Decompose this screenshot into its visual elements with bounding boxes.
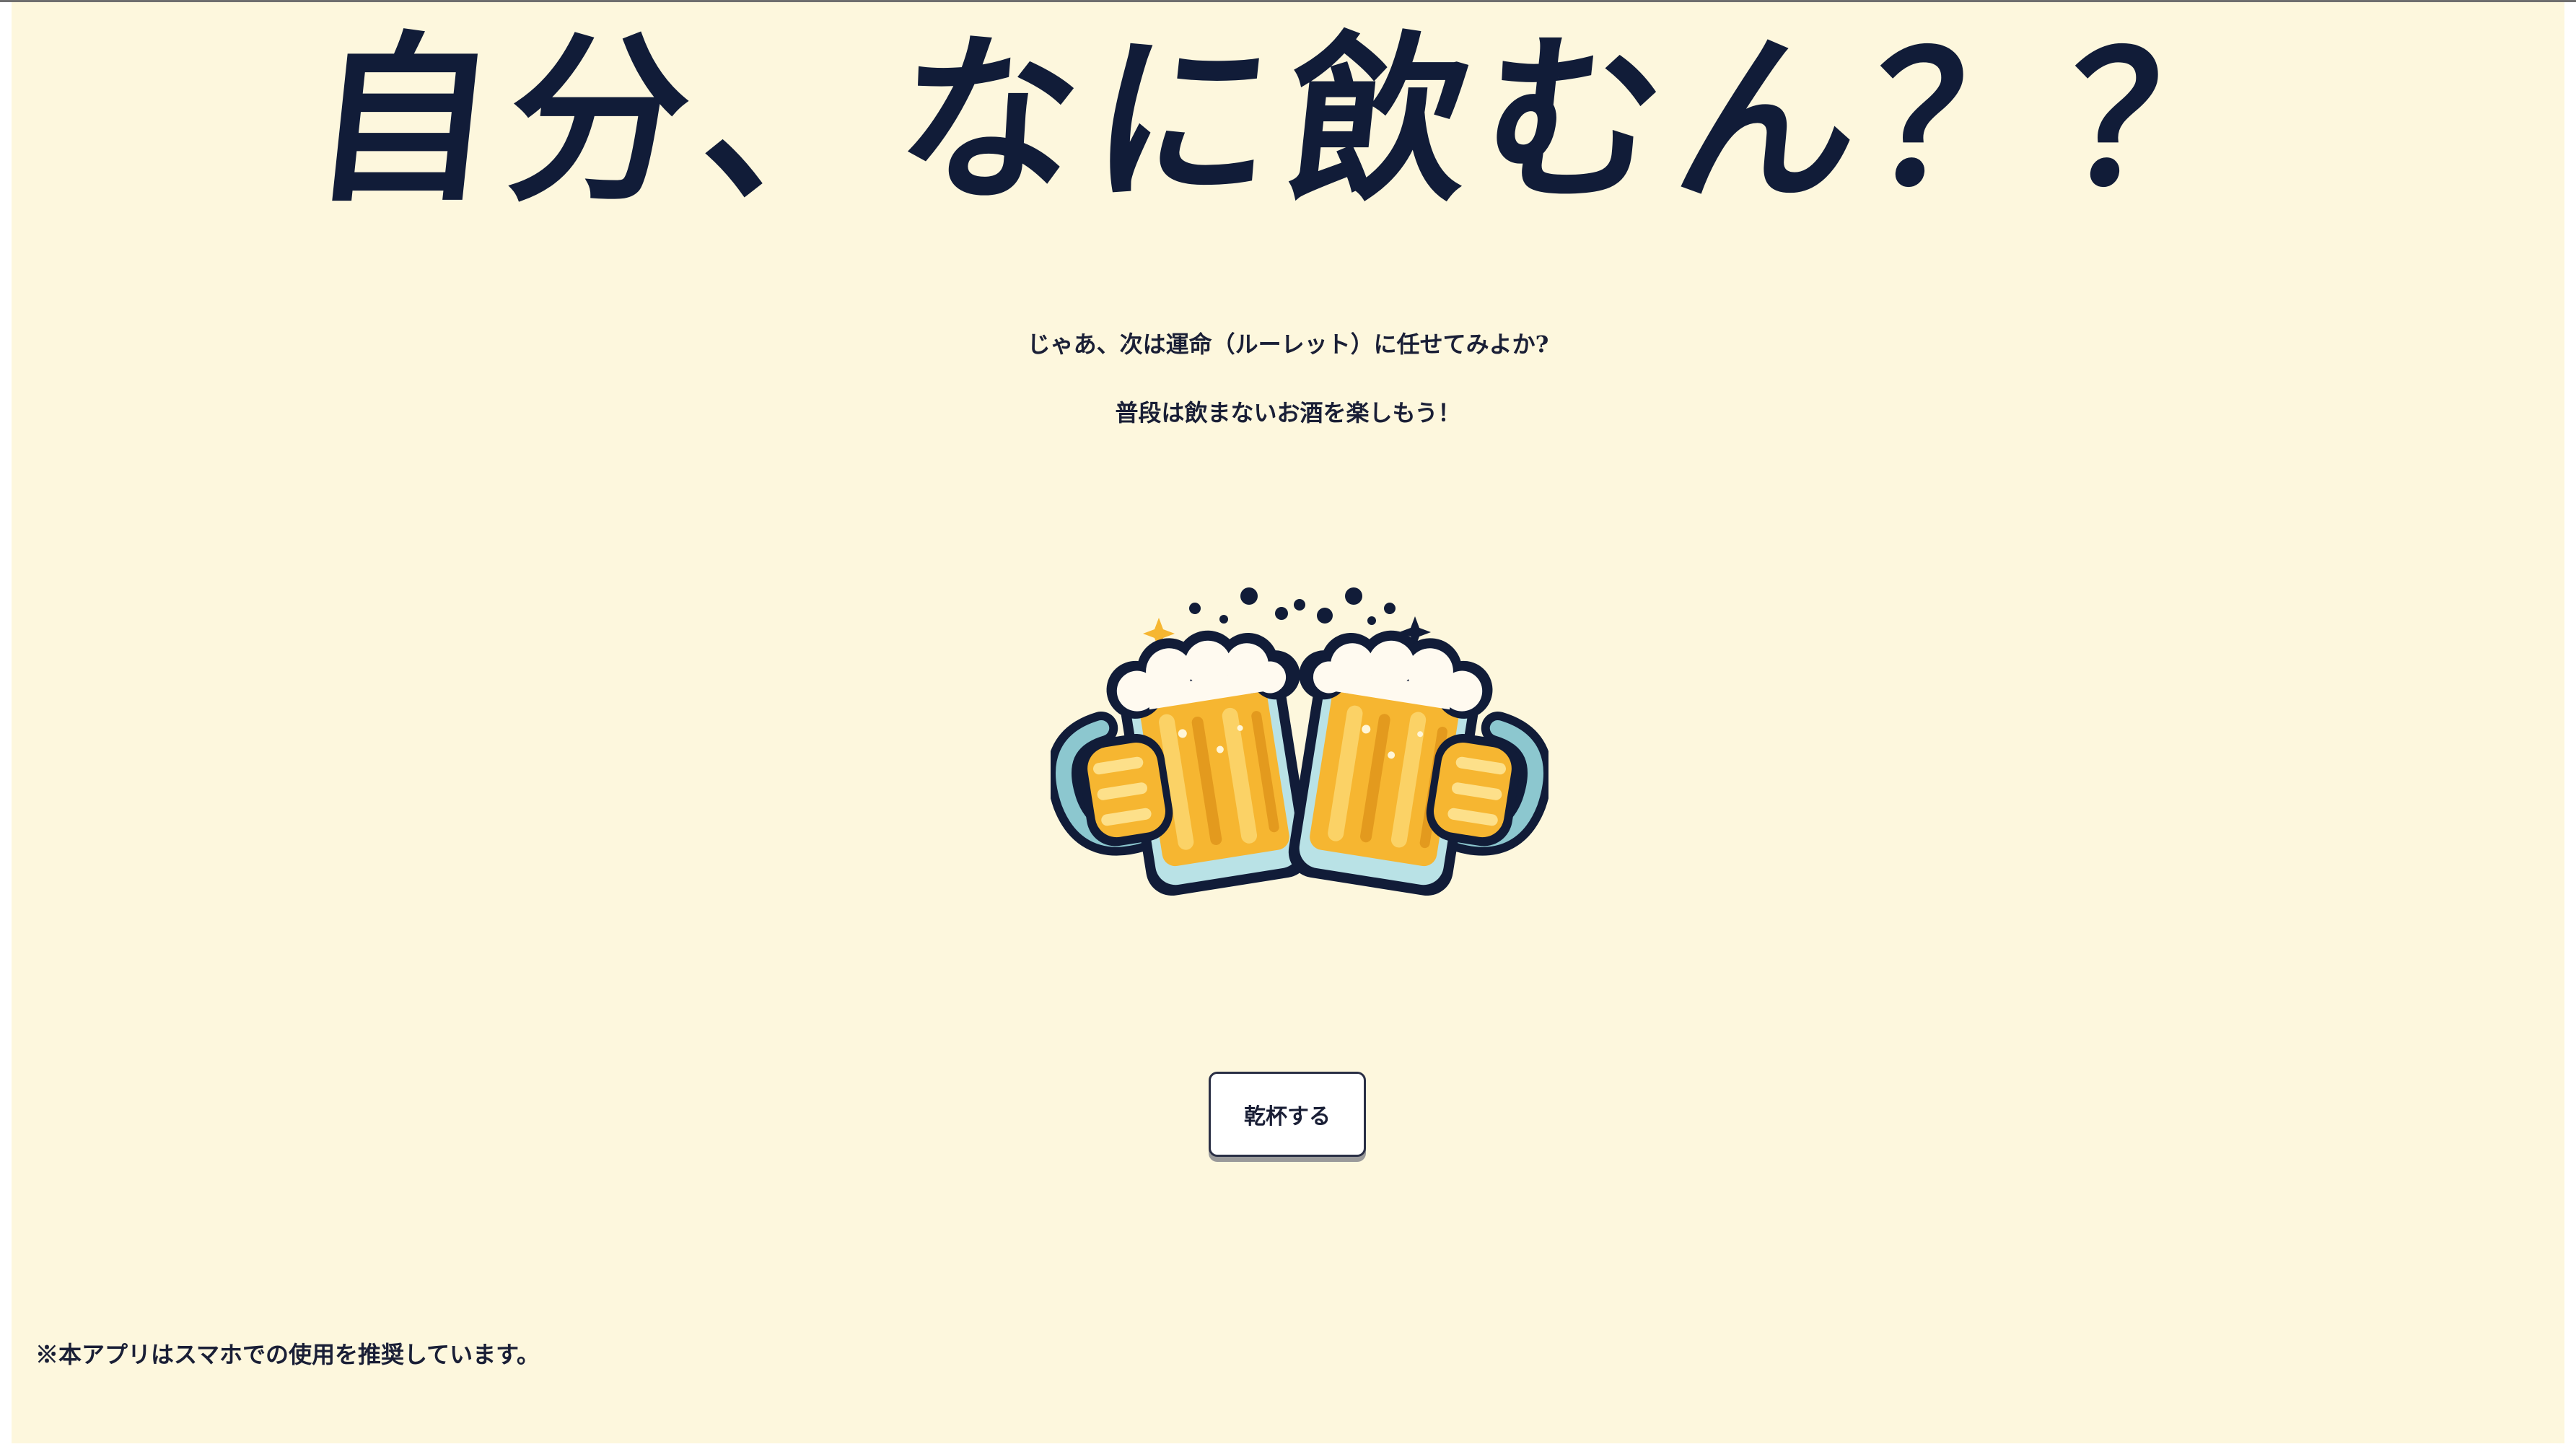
page: 自分、なに飲むん？？ じゃあ、次は運命（ルーレット）に任せてみよか? 普段は飲ま…	[12, 2, 2564, 1443]
intro-text-line-1: じゃあ、次は運命（ルーレット）に任せてみよか?	[1027, 331, 1549, 358]
cheers-beer-mugs-icon	[1047, 576, 1552, 908]
toast-button[interactable]: 乾杯する	[1209, 1072, 1366, 1157]
footer-note: ※本アプリはスマホでの使用を推奨しています。	[35, 1341, 540, 1368]
intro-text-line-2: 普段は飲まないお酒を楽しもう！	[1115, 399, 1461, 427]
page-title: 自分、なに飲むん？？	[302, 16, 2274, 226]
